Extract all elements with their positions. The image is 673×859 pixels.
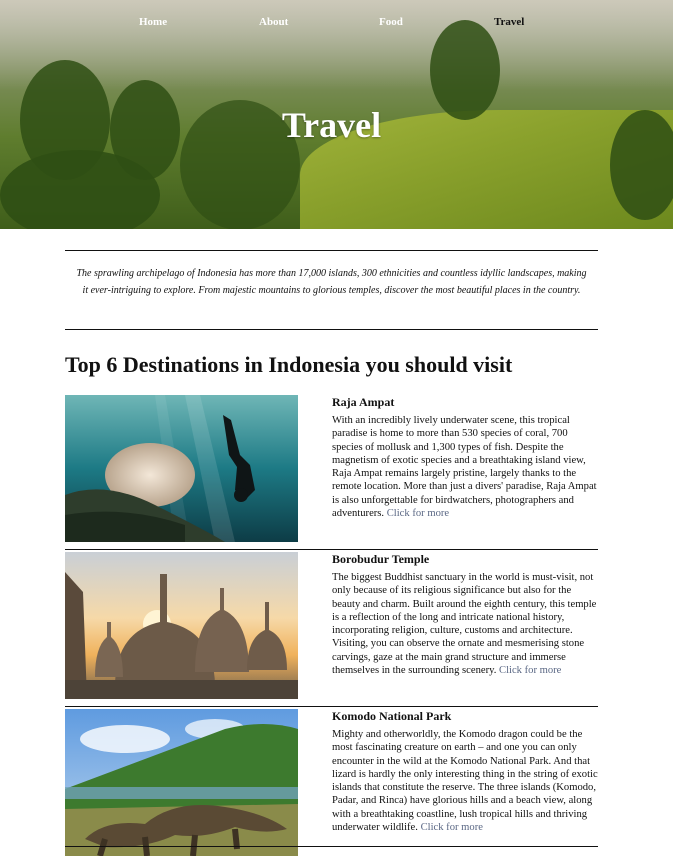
destination-title: Raja Ampat (332, 395, 395, 409)
click-for-more-link[interactable]: Click for more (387, 508, 449, 519)
destination-title: Borobudur Temple (332, 552, 430, 566)
intro-block: The sprawling archipelago of Indonesia h… (65, 250, 598, 330)
click-for-more-link[interactable]: Click for more (499, 665, 561, 676)
nav-home-link[interactable]: Home (139, 16, 167, 28)
destination-item: Borobudur Temple The biggest Buddhist sa… (65, 552, 598, 702)
destination-description: Mighty and otherworldly, the Komodo drag… (332, 729, 598, 834)
destination-text: Raja Ampat With an incredibly lively und… (332, 395, 600, 520)
nav-food-link[interactable]: Food (379, 16, 403, 28)
divider (65, 706, 598, 707)
destination-text: Komodo National Park Mighty and otherwor… (332, 709, 600, 834)
destination-description: The biggest Buddhist sanctuary in the wo… (332, 572, 597, 677)
destination-text: Borobudur Temple The biggest Buddhist sa… (332, 552, 600, 677)
destination-image (65, 709, 298, 856)
divider (65, 549, 598, 550)
destination-item: Raja Ampat With an incredibly lively und… (65, 395, 598, 545)
intro-text: The sprawling archipelago of Indonesia h… (76, 268, 587, 296)
destination-title: Komodo National Park (332, 709, 452, 723)
click-for-more-link[interactable]: Click for more (421, 822, 483, 833)
komodo-dragon-photo-icon (65, 709, 298, 856)
destination-image (65, 552, 298, 699)
hero-banner: Home About Food Travel Travel (0, 0, 673, 229)
destination-image (65, 395, 298, 542)
destination-item: Komodo National Park Mighty and otherwor… (65, 709, 598, 859)
hero-sky (0, 0, 673, 90)
page-title: Travel (281, 105, 382, 145)
nav-travel-link[interactable]: Travel (494, 16, 524, 28)
section-title: Top 6 Destinations in Indonesia you shou… (65, 352, 513, 377)
underwater-diver-photo-icon (65, 395, 298, 542)
destination-description: With an incredibly lively underwater sce… (332, 415, 597, 520)
main-nav: Home About Food Travel (0, 16, 673, 30)
nav-about-link[interactable]: About (259, 16, 288, 28)
temple-stupa-photo-icon (65, 552, 298, 699)
